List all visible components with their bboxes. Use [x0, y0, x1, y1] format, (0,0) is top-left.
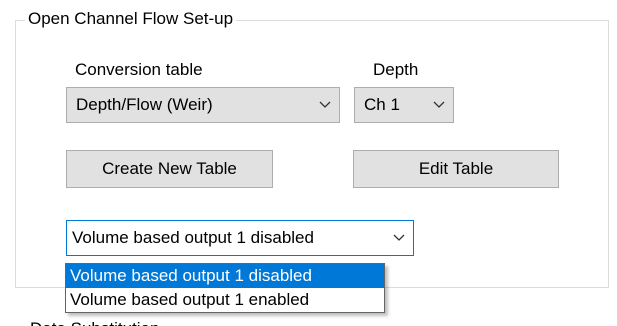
open-channel-flow-window: Open Channel Flow Set-up Conversion tabl… [0, 0, 617, 326]
conversion-table-combo[interactable]: Depth/Flow (Weir) [66, 87, 340, 123]
dropdown-option-enabled[interactable]: Volume based output 1 enabled [66, 288, 384, 312]
conversion-table-label: Conversion table [75, 60, 203, 79]
volume-output-value: Volume based output 1 disabled [72, 228, 314, 247]
data-substitution-label: Data Substitution [30, 318, 159, 326]
groupbox-title: Open Channel Flow Set-up [25, 8, 237, 30]
chevron-down-icon [425, 88, 453, 122]
dropdown-option-disabled[interactable]: Volume based output 1 disabled [66, 264, 384, 288]
depth-channel-combo[interactable]: Ch 1 [354, 87, 454, 123]
conversion-table-value: Depth/Flow (Weir) [76, 95, 213, 114]
depth-channel-value: Ch 1 [364, 95, 400, 114]
volume-output-dropdown-list: Volume based output 1 disabled Volume ba… [65, 263, 385, 313]
edit-table-button[interactable]: Edit Table [353, 150, 559, 188]
create-new-table-button[interactable]: Create New Table [66, 150, 273, 188]
chevron-down-icon [311, 88, 339, 122]
chevron-down-icon [385, 221, 413, 255]
volume-output-combo[interactable]: Volume based output 1 disabled [66, 220, 414, 256]
depth-label: Depth [373, 60, 419, 79]
